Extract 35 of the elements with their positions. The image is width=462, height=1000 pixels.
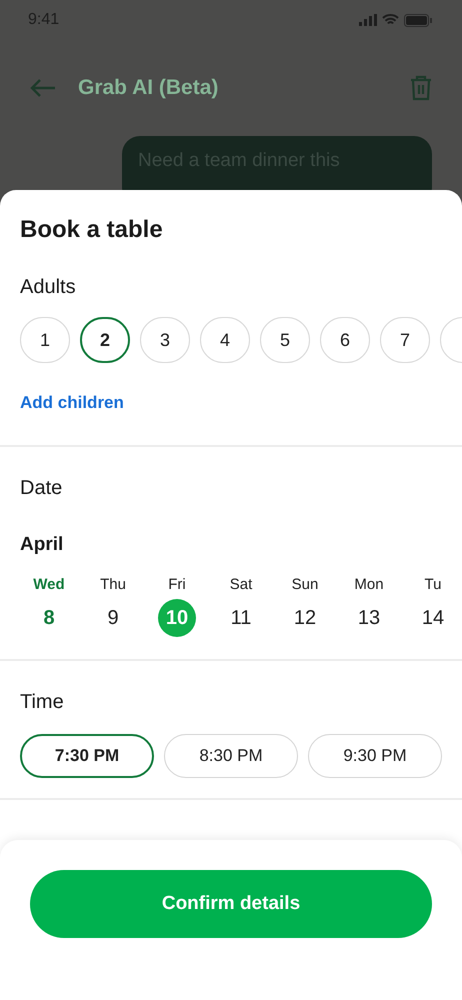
time-label: Time [19, 690, 65, 714]
adult-count-chip[interactable]: 1 [20, 317, 70, 363]
time-option[interactable]: 9:30 PM [308, 734, 442, 778]
weekday-label: Fri [168, 576, 186, 593]
adult-count-chip[interactable]: 5 [260, 317, 310, 363]
time-option[interactable]: 7:30 PM [20, 734, 154, 778]
date-label: Date [19, 476, 64, 500]
month-label: April [19, 533, 64, 557]
add-children-link[interactable]: Add children [20, 393, 124, 413]
date-option[interactable]: 14 [414, 599, 452, 637]
adults-label: Adults [19, 275, 77, 299]
weekday-label: Sun [292, 576, 318, 593]
date-option[interactable]: 12 [286, 599, 324, 637]
date-option[interactable]: 13 [350, 599, 388, 637]
adult-count-chip[interactable]: 2 [80, 317, 130, 363]
date-option[interactable]: 9 [94, 599, 132, 637]
adult-count-chip[interactable]: 7 [380, 317, 430, 363]
time-option[interactable]: 8:30 PM [164, 734, 298, 778]
weekday-label: Sat [230, 576, 252, 593]
weekday-label: Tu [424, 576, 442, 593]
chat-title: Grab AI (Beta) [78, 76, 220, 100]
signal-icon [359, 14, 377, 26]
date-option[interactable]: 11 [222, 599, 260, 637]
sheet-title: Book a table [19, 215, 164, 244]
battery-icon [404, 14, 432, 26]
weekday-label: Wed [33, 576, 65, 593]
date-option[interactable]: 8 [30, 599, 68, 637]
adult-count-chip[interactable]: 3 [140, 317, 190, 363]
wifi-icon [382, 14, 399, 26]
weekday-label: Thu [100, 576, 126, 593]
adult-count-chip[interactable]: 4 [200, 317, 250, 363]
trash-icon[interactable] [410, 75, 432, 101]
weekday-label: Mon [354, 576, 384, 593]
back-arrow-icon[interactable] [30, 78, 56, 98]
adult-count-chip[interactable]: 6 [320, 317, 370, 363]
